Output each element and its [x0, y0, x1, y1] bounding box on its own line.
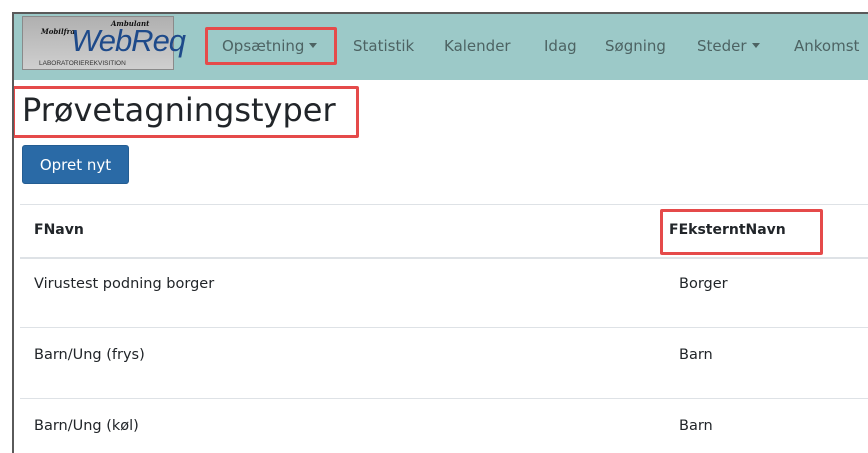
row-3-fnavn: Barn/Ung (køl) — [34, 418, 139, 434]
row-1-fnavn: Virustest podning borger — [34, 276, 215, 292]
webreq-logo[interactable]: Mobilfra Ambulant WebReq LABORATORIEREKV… — [22, 16, 186, 70]
row-2-feksterntnavn: Barn — [679, 347, 713, 363]
row-2-fnavn: Barn/Ung (frys) — [34, 347, 145, 363]
nav-ankomst-link[interactable]: Ankomst — [794, 36, 859, 56]
window-left-border — [12, 12, 14, 453]
logo-subtitle-text: LABORATORIEREKVISITION — [39, 60, 126, 67]
nav-steder-dropdown[interactable]: Steder — [697, 36, 760, 56]
caret-down-icon — [751, 43, 760, 48]
nav-idag-link[interactable]: Idag — [544, 36, 577, 56]
highlight-box-title — [12, 86, 359, 138]
table-row-divider — [20, 327, 868, 328]
table-top-divider — [20, 204, 868, 205]
nav-statistik-link[interactable]: Statistik — [353, 36, 414, 56]
nav-steder-label: Steder — [697, 37, 747, 55]
row-1-feksterntnavn: Borger — [679, 276, 728, 292]
column-header-fnavn[interactable]: FNavn — [34, 222, 84, 238]
create-new-button[interactable]: Opret nyt — [22, 145, 129, 184]
nav-soegning-link[interactable]: Søgning — [605, 36, 666, 56]
logo-webreq-text: WebReq — [71, 23, 186, 58]
logo-mobilfra-text: Mobilfra — [41, 27, 75, 36]
nav-kalender-link[interactable]: Kalender — [444, 36, 511, 56]
highlight-box-feksterntnavn — [660, 209, 823, 255]
table-row-divider — [20, 398, 868, 399]
row-3-feksterntnavn: Barn — [679, 418, 713, 434]
highlight-box-opsaetning — [205, 27, 337, 65]
table-header-divider — [20, 257, 868, 259]
